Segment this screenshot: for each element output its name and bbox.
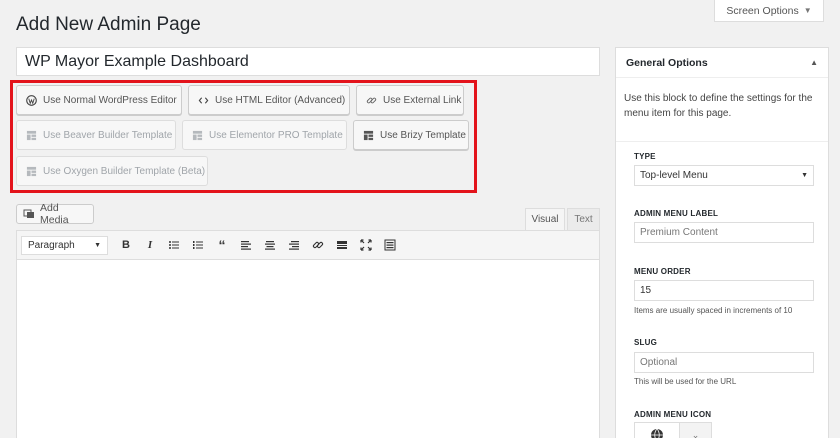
globe-icon <box>651 428 663 438</box>
link-icon <box>366 95 377 106</box>
use-oxygen-builder-button[interactable]: Use Oxygen Builder Template (Beta) <box>16 156 208 186</box>
insert-link-icon[interactable] <box>306 234 330 256</box>
page-title: Add New Admin Page <box>16 14 201 35</box>
add-media-icon <box>23 208 35 220</box>
page-title-value: WP Mayor Example Dashboard <box>25 52 249 70</box>
read-more-icon[interactable] <box>330 234 354 256</box>
toolbar-toggle-icon[interactable] <box>378 234 402 256</box>
type-label: TYPE <box>634 152 656 161</box>
button-label: Use External Link <box>383 94 462 106</box>
caret-down-icon: ▼ <box>94 241 101 249</box>
panel-title: General Options <box>626 56 708 69</box>
button-label: Use Beaver Builder Template <box>43 129 173 141</box>
menu-order-help: Items are usually spaced in increments o… <box>634 306 793 315</box>
collapse-arrow-icon[interactable]: ▲ <box>810 58 818 67</box>
panel-header[interactable]: General Options ▲ <box>616 48 828 78</box>
use-html-editor-button[interactable]: Use HTML Editor (Advanced) <box>188 85 350 115</box>
menu-order-input[interactable]: 15 <box>634 280 814 301</box>
wordpress-icon <box>26 94 37 106</box>
editor-toolbar: Paragraph ▼ B I “ <box>16 230 600 260</box>
button-label: Use HTML Editor (Advanced) <box>215 94 346 106</box>
general-options-panel: General Options ▲ Use this block to defi… <box>615 47 829 438</box>
menu-order-label: MENU ORDER <box>634 267 691 276</box>
caret-down-icon: ▼ <box>803 6 812 15</box>
admin-menu-label-placeholder: Premium Content <box>640 227 718 238</box>
bold-icon[interactable]: B <box>114 234 138 256</box>
divider <box>616 141 828 142</box>
screen-options-button[interactable]: Screen Options ▼ <box>714 0 824 22</box>
menu-order-value: 15 <box>640 285 652 296</box>
template-icon <box>26 166 37 177</box>
template-icon <box>363 130 374 141</box>
format-select[interactable]: Paragraph ▼ <box>21 235 108 255</box>
menu-icon-preview[interactable] <box>634 422 680 438</box>
type-select-value: Top-level Menu <box>640 170 708 181</box>
editor-content-area[interactable] <box>16 260 600 438</box>
panel-description: Use this block to define the settings fo… <box>624 93 813 119</box>
align-left-icon[interactable] <box>234 234 258 256</box>
bullet-list-icon[interactable] <box>162 234 186 256</box>
slug-label: SLUG <box>634 338 658 347</box>
tab-visual[interactable]: Visual <box>525 208 565 230</box>
template-icon <box>26 130 37 141</box>
slug-placeholder: Optional <box>640 357 678 368</box>
fullscreen-icon[interactable] <box>354 234 378 256</box>
tab-text[interactable]: Text <box>567 208 600 230</box>
numbered-list-icon[interactable] <box>186 234 210 256</box>
add-media-label: Add Media <box>40 202 69 226</box>
screen-options-label: Screen Options <box>726 4 799 17</box>
slug-help: This will be used for the URL <box>634 377 737 386</box>
chevron-down-icon: ⌄ <box>691 429 700 438</box>
icon-picker-toggle[interactable]: ⌄ <box>680 422 712 438</box>
align-center-icon[interactable] <box>258 234 282 256</box>
use-elementor-pro-button[interactable]: Use Elementor PRO Template <box>182 120 347 150</box>
template-icon <box>192 130 203 141</box>
button-label: Use Normal WordPress Editor <box>43 94 177 106</box>
add-media-button[interactable]: Add Media <box>16 202 94 226</box>
use-wordpress-editor-button[interactable]: Use Normal WordPress Editor <box>16 85 182 115</box>
slug-input[interactable]: Optional <box>634 352 814 373</box>
use-external-link-button[interactable]: Use External Link <box>356 85 464 115</box>
admin-menu-label-input[interactable]: Premium Content <box>634 222 814 243</box>
admin-menu-icon-label: ADMIN MENU ICON <box>634 410 712 419</box>
use-beaver-builder-button[interactable]: Use Beaver Builder Template <box>16 120 176 150</box>
align-right-icon[interactable] <box>282 234 306 256</box>
admin-menu-label-label: ADMIN MENU LABEL <box>634 209 719 218</box>
code-icon <box>198 95 209 106</box>
use-brizy-template-button[interactable]: Use Brizy Template <box>353 120 469 150</box>
format-select-value: Paragraph <box>28 239 75 251</box>
italic-icon[interactable]: I <box>138 234 162 256</box>
blockquote-icon[interactable]: “ <box>210 234 234 256</box>
caret-down-icon: ▼ <box>801 172 808 179</box>
type-select[interactable]: Top-level Menu ▼ <box>634 165 814 186</box>
page-title-input[interactable]: WP Mayor Example Dashboard <box>16 47 600 76</box>
button-label: Use Brizy Template <box>380 129 466 141</box>
button-label: Use Elementor PRO Template <box>209 129 343 141</box>
button-label: Use Oxygen Builder Template (Beta) <box>43 165 206 177</box>
